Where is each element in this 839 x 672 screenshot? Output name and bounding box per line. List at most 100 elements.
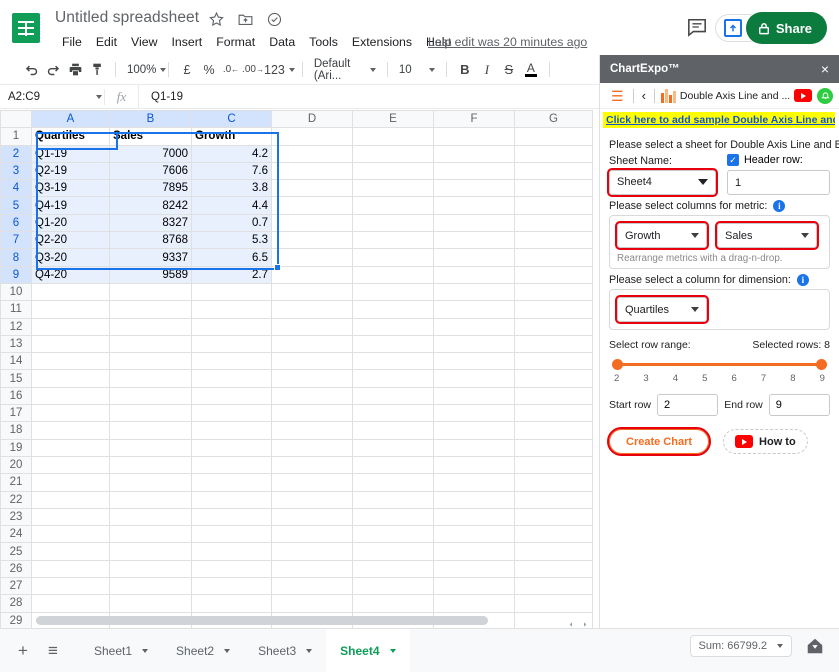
cell-C19[interactable]: [191, 438, 272, 457]
cell-G20[interactable]: [514, 455, 593, 475]
cell-A5[interactable]: Q4-19: [31, 196, 110, 215]
cell-D2[interactable]: [271, 144, 353, 163]
cell-B9[interactable]: 9589: [109, 265, 192, 284]
cell-B18[interactable]: [109, 421, 192, 440]
cell-D20[interactable]: [271, 455, 353, 475]
metric-1-select[interactable]: Growth: [615, 221, 709, 250]
cell-A1[interactable]: Quartiles: [31, 127, 110, 146]
cell-A27[interactable]: [31, 577, 110, 596]
cell-A19[interactable]: [31, 438, 110, 457]
row-header-22[interactable]: 22: [0, 490, 32, 509]
cell-F28[interactable]: [433, 594, 515, 613]
cell-F15[interactable]: [433, 369, 515, 388]
all-sheets-button[interactable]: ≡: [38, 636, 68, 666]
cell-B1[interactable]: Sales: [109, 127, 192, 146]
cell-C26[interactable]: [191, 559, 272, 579]
cell-A24[interactable]: [31, 525, 110, 544]
cell-A10[interactable]: [31, 282, 110, 302]
row-header-25[interactable]: 25: [0, 542, 32, 561]
column-header-g[interactable]: G: [514, 110, 593, 129]
row-header-9[interactable]: 9: [0, 265, 32, 284]
cell-C6[interactable]: 0.7: [191, 213, 272, 233]
cell-D27[interactable]: [271, 577, 353, 596]
cell-B6[interactable]: 8327: [109, 213, 192, 233]
increase-decimal-button[interactable]: .00 →: [242, 58, 264, 82]
cell-D7[interactable]: [271, 231, 353, 250]
cell-B5[interactable]: 8242: [109, 196, 192, 215]
cell-A15[interactable]: [31, 369, 110, 388]
cell-C16[interactable]: [191, 386, 272, 406]
cell-B2[interactable]: 7000: [109, 144, 192, 163]
strikethrough-button[interactable]: S: [498, 58, 520, 82]
how-to-button[interactable]: How to: [723, 429, 808, 454]
cell-G22[interactable]: [514, 490, 593, 509]
row-header-27[interactable]: 27: [0, 577, 32, 596]
hamburger-menu-icon[interactable]: ☰: [606, 89, 629, 103]
comment-history-icon[interactable]: [686, 17, 708, 37]
cell-A28[interactable]: [31, 594, 110, 613]
row-header-4[interactable]: 4: [0, 179, 32, 198]
info-icon[interactable]: i: [773, 200, 786, 212]
row-header-8[interactable]: 8: [0, 248, 32, 267]
chevron-down-icon[interactable]: [306, 648, 313, 653]
cell-G25[interactable]: [514, 542, 593, 561]
create-chart-button[interactable]: Create Chart: [606, 427, 712, 456]
cell-A22[interactable]: [31, 490, 110, 509]
cell-B25[interactable]: [109, 542, 192, 561]
row-header-13[interactable]: 13: [0, 334, 32, 354]
cell-F23[interactable]: [433, 507, 515, 527]
menu-item-edit[interactable]: Edit: [89, 33, 124, 51]
cell-G16[interactable]: [514, 386, 593, 406]
cell-F4[interactable]: [433, 179, 515, 198]
cell-B12[interactable]: [109, 317, 192, 336]
row-header-21[interactable]: 21: [0, 473, 32, 492]
cell-F11[interactable]: [433, 300, 515, 319]
zoom-selector[interactable]: 100%: [123, 58, 167, 82]
cell-E9[interactable]: [352, 265, 434, 284]
cell-E22[interactable]: [352, 490, 434, 509]
name-box-dropdown-icon[interactable]: [90, 94, 104, 99]
cell-G1[interactable]: [514, 127, 593, 146]
cell-C21[interactable]: [191, 473, 272, 492]
bold-button[interactable]: B: [454, 58, 476, 82]
row-header-16[interactable]: 16: [0, 386, 32, 406]
cell-F14[interactable]: [433, 352, 515, 371]
cell-E14[interactable]: [352, 352, 434, 371]
cell-E3[interactable]: [352, 161, 434, 181]
sheet-tab-sheet4[interactable]: Sheet4: [326, 628, 410, 672]
cell-G11[interactable]: [514, 300, 593, 319]
row-header-7[interactable]: 7: [0, 231, 32, 250]
cell-D5[interactable]: [271, 196, 353, 215]
cell-G13[interactable]: [514, 334, 593, 354]
cell-C10[interactable]: [191, 282, 272, 302]
cell-E8[interactable]: [352, 248, 434, 267]
back-chevron-icon[interactable]: ‹: [638, 88, 650, 103]
cell-B14[interactable]: [109, 352, 192, 371]
row-header-2[interactable]: 2: [0, 144, 32, 163]
column-header-a[interactable]: A: [31, 110, 110, 129]
column-header-d[interactable]: D: [271, 110, 353, 129]
cell-B17[interactable]: [109, 404, 192, 423]
explore-button[interactable]: [803, 634, 827, 658]
cell-C27[interactable]: [191, 577, 272, 596]
close-icon[interactable]: ×: [821, 62, 829, 76]
cell-D14[interactable]: [271, 352, 353, 371]
select-all-corner[interactable]: [0, 110, 32, 129]
cell-D25[interactable]: [271, 542, 353, 561]
metric-2-select[interactable]: Sales: [715, 221, 819, 250]
cell-F9[interactable]: [433, 265, 515, 284]
cell-B28[interactable]: [109, 594, 192, 613]
row-header-14[interactable]: 14: [0, 352, 32, 371]
cell-G23[interactable]: [514, 507, 593, 527]
cell-E23[interactable]: [352, 507, 434, 527]
cell-A12[interactable]: [31, 317, 110, 336]
cell-G15[interactable]: [514, 369, 593, 388]
cell-C3[interactable]: 7.6: [191, 161, 272, 181]
info-icon[interactable]: i: [796, 274, 809, 286]
cell-D12[interactable]: [271, 317, 353, 336]
slider-knob-start[interactable]: [612, 359, 623, 370]
cell-C15[interactable]: [191, 369, 272, 388]
cell-D15[interactable]: [271, 369, 353, 388]
row-header-19[interactable]: 19: [0, 438, 32, 457]
cell-F25[interactable]: [433, 542, 515, 561]
